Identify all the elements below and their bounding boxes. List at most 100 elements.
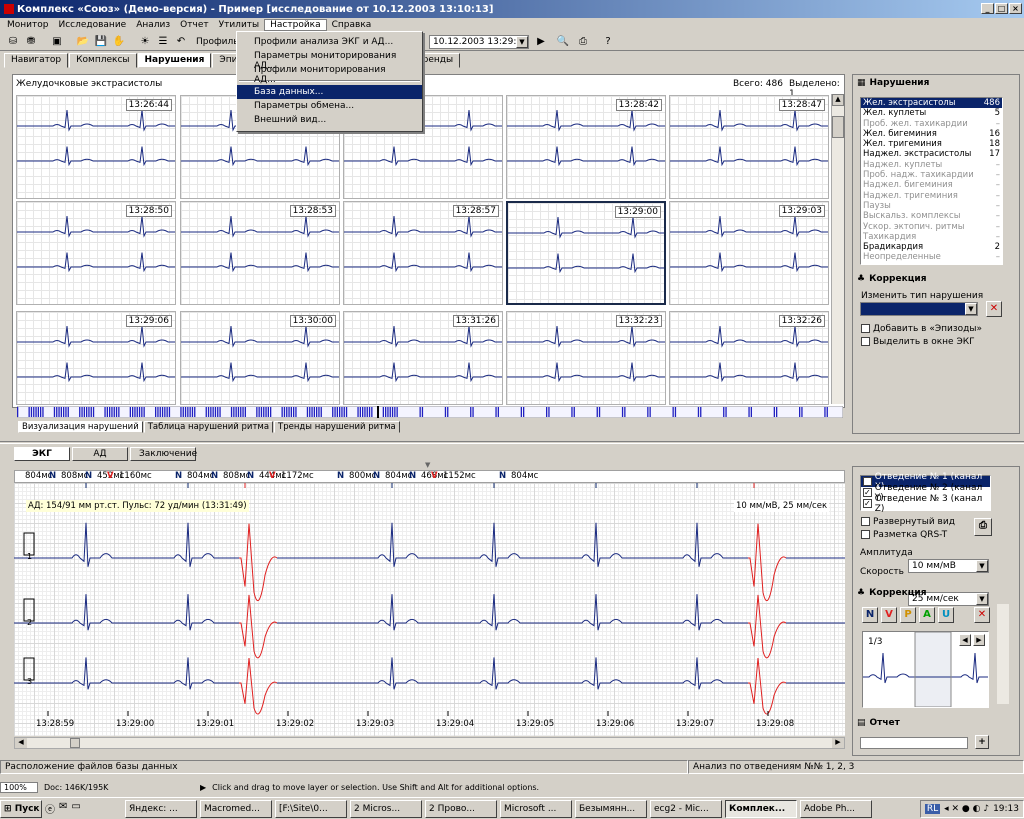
- right-scrollbar[interactable]: [997, 604, 1009, 704]
- scroll-right-icon[interactable]: ▶: [832, 738, 844, 748]
- scroll-thumb[interactable]: [832, 116, 844, 138]
- menu-item-1[interactable]: Исследование: [53, 20, 131, 30]
- complex-cell[interactable]: 13:28:47: [669, 95, 829, 199]
- beat-type-V-button[interactable]: V: [881, 607, 897, 623]
- desktop-icon[interactable]: ▭: [71, 801, 80, 816]
- taskbar-item[interactable]: ecg2 - Mic...: [650, 799, 722, 818]
- overview-strip[interactable]: [17, 406, 843, 418]
- next-icon[interactable]: ▶: [973, 634, 985, 646]
- violation-row[interactable]: Ускор. эктопич. ритмы –: [861, 222, 1002, 232]
- expanded-view-checkbox[interactable]: Развернутый вид: [861, 516, 955, 527]
- taskbar-item[interactable]: Adobe Ph...: [800, 799, 872, 818]
- subtab-1[interactable]: Таблица нарушений ритма: [143, 421, 274, 433]
- hand-icon[interactable]: ✋: [112, 35, 126, 48]
- dropdown-item-1[interactable]: Параметры мониторирования АД...: [237, 49, 422, 71]
- bottom-tab-2[interactable]: Заключение: [130, 447, 197, 461]
- subtab-0[interactable]: Визуализация нарушений: [18, 421, 143, 433]
- ie-icon[interactable]: ⓔ: [45, 801, 55, 816]
- menu-item-3[interactable]: Отчет: [175, 20, 213, 30]
- help-icon[interactable]: ?: [601, 35, 615, 48]
- violation-row[interactable]: Жел. куплеты 5: [861, 108, 1002, 118]
- print-icon[interactable]: ⎙: [576, 35, 590, 48]
- lang-indicator[interactable]: RL: [924, 803, 941, 814]
- play-icon[interactable]: ▶: [534, 35, 548, 48]
- complex-cell[interactable]: 13:28:50: [16, 201, 176, 305]
- prev-icon[interactable]: ◀: [959, 634, 971, 646]
- delete-icon-2[interactable]: ✕: [974, 607, 990, 623]
- violation-row[interactable]: Выскальз. комплексы –: [861, 211, 1002, 221]
- complex-cell[interactable]: 13:30:00: [180, 311, 340, 405]
- dropdown-item-4[interactable]: Параметры обмена...: [237, 99, 422, 113]
- ecg-display[interactable]: АД: 154/91 мм рт.ст. Пульс: 72 уд/мин (1…: [14, 483, 845, 736]
- undo-icon[interactable]: ↶: [174, 35, 188, 48]
- bottom-tab-0[interactable]: ЭКГ: [14, 447, 70, 461]
- beat-type-U-button[interactable]: U: [938, 607, 954, 623]
- taskbar-item[interactable]: Безымянн...: [575, 799, 647, 818]
- taskbar-item[interactable]: Комплек...: [725, 799, 797, 818]
- taskbar-item[interactable]: 2 Micros...: [350, 799, 422, 818]
- violation-row[interactable]: Паузы –: [861, 201, 1002, 211]
- grid-scrollbar[interactable]: ▲: [831, 94, 844, 404]
- amplitude-select[interactable]: 10 мм/мВ ▼: [908, 559, 989, 573]
- dropdown-item-3[interactable]: База данных...: [237, 85, 422, 99]
- beat-type-N-button[interactable]: N: [862, 607, 878, 623]
- zoom-level[interactable]: 100%: [0, 782, 38, 793]
- menu-item-6[interactable]: Справка: [327, 20, 377, 30]
- scroll-left-icon[interactable]: ◀: [15, 738, 27, 748]
- outlook-icon[interactable]: ✉: [59, 801, 67, 816]
- complex-cell[interactable]: 13:29:03: [669, 201, 829, 305]
- tab-2[interactable]: Нарушения: [137, 53, 212, 68]
- violation-row[interactable]: Брадикардия 2: [861, 242, 1002, 252]
- complex-cell[interactable]: 13:31:26: [343, 311, 503, 405]
- violation-row[interactable]: Тахикардия –: [861, 232, 1002, 242]
- minimize-button[interactable]: _: [981, 3, 994, 14]
- qrs-markup-checkbox[interactable]: Разметка QRS-T: [861, 529, 947, 540]
- list-icon[interactable]: ☰: [156, 35, 170, 48]
- violation-row[interactable]: Наджел. тригеминия –: [861, 191, 1002, 201]
- taskbar-item[interactable]: [F:\Site\0...: [275, 799, 347, 818]
- print-icon-2[interactable]: ⎙: [974, 518, 992, 536]
- menu-item-5[interactable]: Настройка: [264, 19, 327, 31]
- change-type-select[interactable]: ▼: [860, 302, 978, 316]
- dropdown-item-0[interactable]: Профили анализа ЭКГ и АД...: [237, 35, 422, 49]
- monitor-icon[interactable]: ▣: [50, 35, 64, 48]
- dropdown-item-5[interactable]: Внешний вид...: [237, 113, 422, 127]
- bulb-icon[interactable]: ☀: [138, 35, 152, 48]
- violation-row[interactable]: Жел. тригеминия 18: [861, 139, 1002, 149]
- ecg-scrollbar[interactable]: ◀ ▶: [14, 737, 845, 749]
- taskbar-item[interactable]: 2 Прово...: [425, 799, 497, 818]
- violations-list[interactable]: Жел. экстрасистолы 486 Жел. куплеты 5 Проб. …: [860, 97, 1003, 265]
- select-ecg-checkbox[interactable]: Выделить в окне ЭКГ: [861, 336, 975, 347]
- scroll-up-icon[interactable]: ▲: [832, 94, 844, 106]
- beat-type-A-button[interactable]: A: [919, 607, 935, 623]
- complex-cell[interactable]: 13:28:42: [506, 95, 666, 199]
- menu-item-4[interactable]: Утилиты: [214, 20, 265, 30]
- violation-row[interactable]: Наджел. экстрасистолы 17: [861, 149, 1002, 159]
- print-preview-icon[interactable]: 🔍: [556, 35, 570, 48]
- network-icon[interactable]: ⛃: [24, 35, 38, 48]
- bottom-tab-1[interactable]: АД: [72, 447, 128, 461]
- save-icon[interactable]: 💾: [94, 35, 108, 48]
- menu-item-0[interactable]: Монитор: [2, 20, 53, 30]
- maximize-button[interactable]: □: [995, 3, 1008, 14]
- tab-1[interactable]: Комплексы: [69, 53, 137, 68]
- violation-row[interactable]: Наджел. бигеминия –: [861, 180, 1002, 190]
- connect-icon[interactable]: ⛁: [6, 35, 20, 48]
- close-button[interactable]: ×: [1009, 3, 1022, 14]
- taskbar-item[interactable]: Microsoft ...: [500, 799, 572, 818]
- ecg-scroll-thumb[interactable]: [70, 738, 80, 748]
- violation-row[interactable]: Неопределенные –: [861, 252, 1002, 262]
- complex-cell[interactable]: 13:32:26: [669, 311, 829, 405]
- splitter[interactable]: [0, 441, 1024, 444]
- taskbar-item[interactable]: Macromed...: [200, 799, 272, 818]
- tab-0[interactable]: Навигатор: [4, 53, 69, 68]
- start-button[interactable]: ⊞ Пуск: [0, 799, 42, 818]
- lead-checkbox[interactable]: ✓ Отведение № 3 (канал Z): [861, 494, 990, 514]
- violation-row[interactable]: Жел. экстрасистолы 486: [861, 98, 1002, 109]
- leads-list[interactable]: ✓ Отведение № 1 (канал X) ✓ Отведение № 2 (…: [860, 472, 991, 514]
- violation-row[interactable]: Проб. надж. тахикардии –: [861, 170, 1002, 180]
- complex-cell[interactable]: 13:29:06: [16, 311, 176, 405]
- complex-cell[interactable]: 13:28:53: [180, 201, 340, 305]
- violation-row[interactable]: Наджел. куплеты –: [861, 160, 1002, 170]
- complex-cell[interactable]: 13:32:23: [506, 311, 666, 405]
